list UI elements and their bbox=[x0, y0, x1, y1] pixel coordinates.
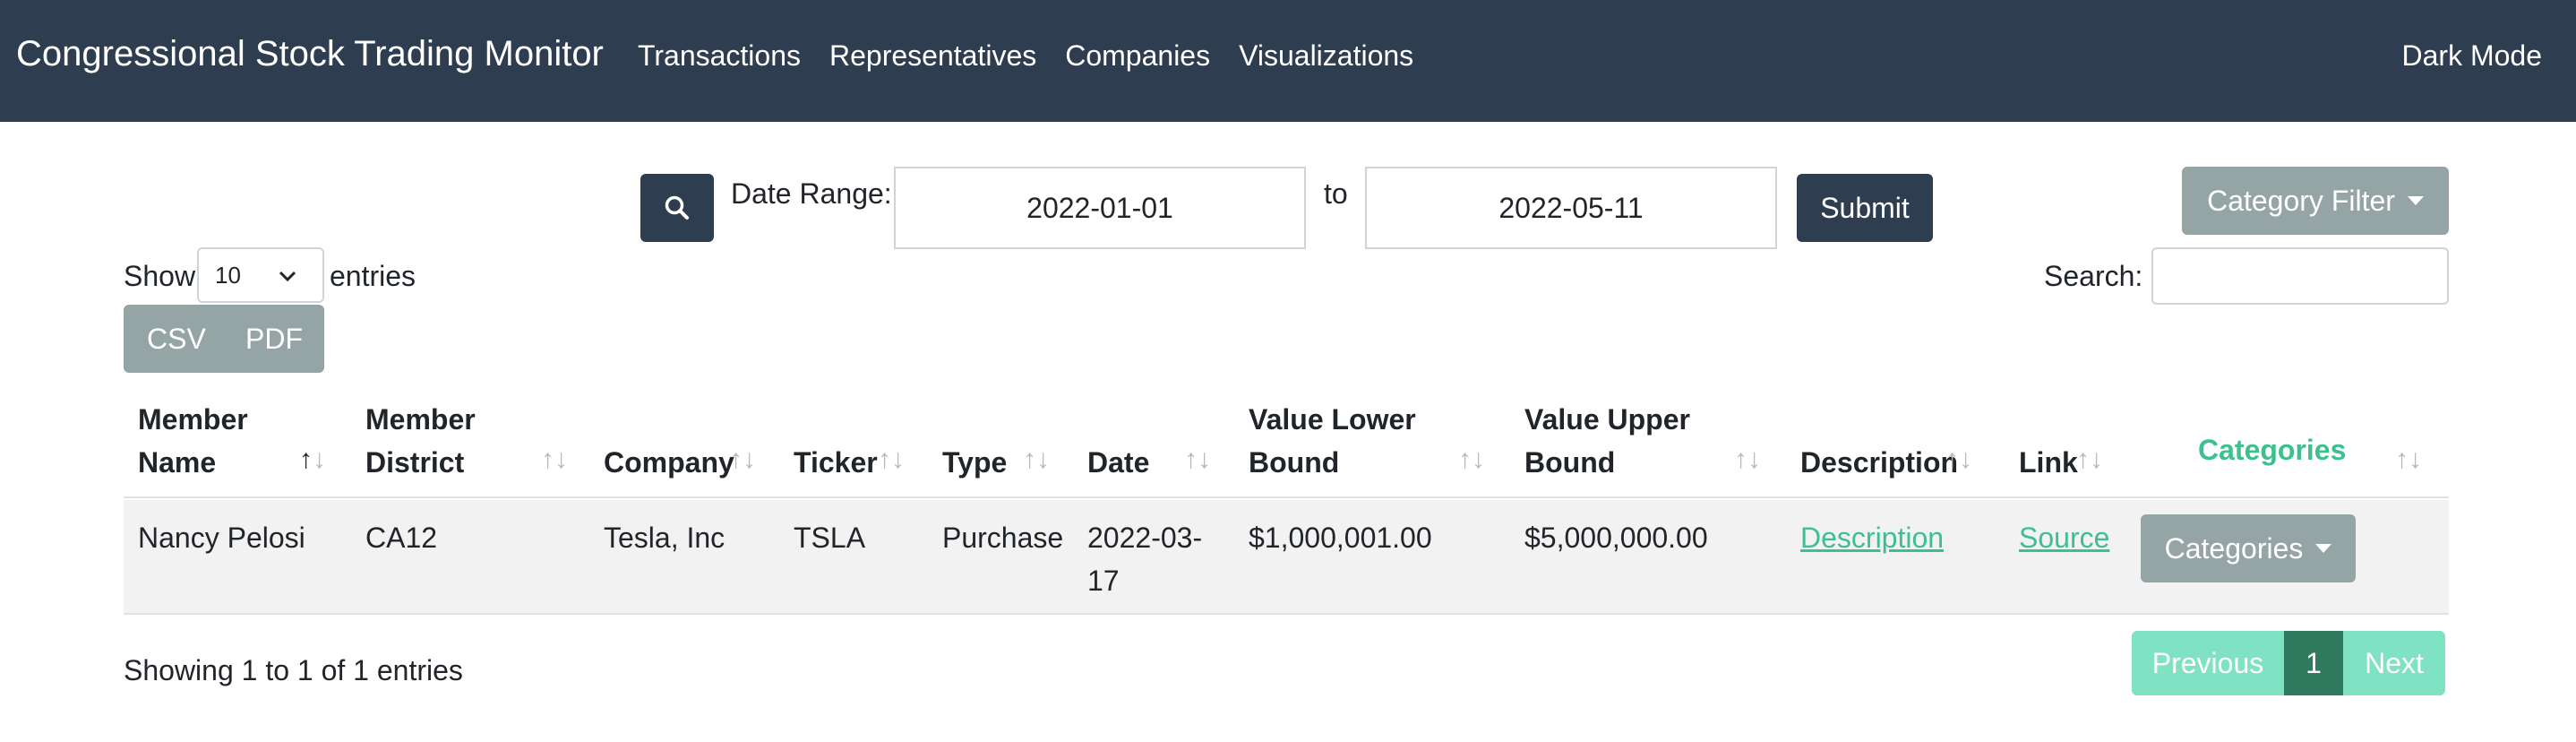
categories-dropdown-button[interactable]: Categories bbox=[2141, 514, 2356, 582]
table-info: Showing 1 to 1 of 1 entries bbox=[124, 654, 463, 686]
categories-button-label: Categories bbox=[2164, 531, 2304, 565]
header-member-name-line2: Name bbox=[138, 446, 217, 479]
header-value-upper[interactable]: Value Upper Bound bbox=[1524, 398, 1690, 484]
source-link[interactable]: Source bbox=[2019, 522, 2109, 554]
cell-company: Tesla, Inc bbox=[604, 522, 726, 554]
date-range-label: Date Range: bbox=[731, 177, 892, 210]
csv-button[interactable]: CSV bbox=[147, 323, 206, 356]
sort-icon[interactable]: ↑↓ bbox=[2395, 444, 2422, 475]
cell-date: 2022-03- 17 bbox=[1087, 516, 1202, 602]
header-member-name-line1: Member bbox=[138, 403, 248, 436]
header-date[interactable]: Date bbox=[1087, 441, 1149, 484]
header-ticker[interactable]: Ticker bbox=[794, 441, 878, 484]
next-page-button[interactable]: Next bbox=[2343, 631, 2445, 695]
page-1-button[interactable]: 1 bbox=[2284, 631, 2343, 695]
cell-value-upper: $5,000,000.00 bbox=[1524, 522, 1708, 554]
header-categories[interactable]: Categories bbox=[2198, 428, 2346, 471]
to-label: to bbox=[1324, 177, 1348, 210]
nav-link-visualizations[interactable]: Visualizations bbox=[1239, 39, 1413, 73]
cell-date-line2: 17 bbox=[1087, 565, 1120, 597]
nav-link-companies[interactable]: Companies bbox=[1065, 39, 1210, 73]
end-date-input[interactable]: 2022-05-11 bbox=[1365, 167, 1777, 249]
search-label: Search: bbox=[2044, 260, 2143, 292]
header-member-district-line2: District bbox=[365, 446, 465, 479]
search-button[interactable] bbox=[640, 174, 714, 242]
header-value-lower-line2: Bound bbox=[1249, 446, 1340, 479]
sort-icon[interactable]: ↑↓ bbox=[2076, 444, 2103, 475]
dark-mode-toggle[interactable]: Dark Mode bbox=[2402, 39, 2543, 73]
cell-value-lower: $1,000,001.00 bbox=[1249, 522, 1432, 554]
entries-per-page-select[interactable]: 10 bbox=[197, 247, 324, 303]
cell-member-district: CA12 bbox=[365, 522, 438, 554]
sort-icon[interactable]: ↑↓ bbox=[1184, 444, 1211, 475]
description-link[interactable]: Description bbox=[1800, 522, 1944, 554]
header-description[interactable]: Description bbox=[1800, 441, 1958, 484]
caret-down-icon bbox=[2315, 544, 2332, 553]
header-value-upper-line1: Value Upper bbox=[1524, 403, 1690, 436]
show-label: Show bbox=[124, 260, 196, 292]
header-member-name[interactable]: Member Name bbox=[138, 398, 248, 484]
header-value-lower-line1: Value Lower bbox=[1249, 403, 1416, 436]
cell-ticker: TSLA bbox=[794, 522, 866, 554]
sort-asc-icon[interactable]: ↑↓ bbox=[299, 444, 326, 475]
header-type[interactable]: Type bbox=[942, 441, 1007, 484]
header-member-district[interactable]: Member District bbox=[365, 398, 476, 484]
pdf-button[interactable]: PDF bbox=[245, 323, 303, 356]
table-header: Member Name ↑↓ Member District ↑↓ Compan… bbox=[124, 389, 2449, 498]
category-filter-dropdown[interactable]: Category Filter bbox=[2182, 167, 2449, 235]
table-row: Nancy Pelosi CA12 Tesla, Inc TSLA Purcha… bbox=[124, 500, 2449, 615]
cell-date-line1: 2022-03- bbox=[1087, 522, 1203, 554]
sort-icon[interactable]: ↑↓ bbox=[541, 444, 568, 475]
header-value-lower[interactable]: Value Lower Bound bbox=[1249, 398, 1416, 484]
export-button-group: CSV PDF bbox=[124, 305, 324, 373]
caret-down-icon bbox=[2407, 196, 2424, 205]
pagination: Previous 1 Next bbox=[2132, 631, 2445, 695]
sort-icon[interactable]: ↑↓ bbox=[1458, 444, 1485, 475]
start-date-input[interactable]: 2022-01-01 bbox=[894, 167, 1306, 249]
header-member-district-line1: Member bbox=[365, 403, 476, 436]
nav-link-representatives[interactable]: Representatives bbox=[829, 39, 1036, 73]
cell-member-name: Nancy Pelosi bbox=[138, 522, 305, 554]
table-search-input[interactable] bbox=[2151, 247, 2449, 305]
sort-icon[interactable]: ↑↓ bbox=[1945, 444, 1972, 475]
sort-icon[interactable]: ↑↓ bbox=[1023, 444, 1050, 475]
sort-icon[interactable]: ↑↓ bbox=[1734, 444, 1761, 475]
cell-type: Purchase bbox=[942, 522, 1064, 554]
submit-button[interactable]: Submit bbox=[1797, 174, 1933, 242]
header-link[interactable]: Link bbox=[2019, 441, 2078, 484]
cell-link: Source bbox=[2019, 516, 2109, 559]
sort-icon[interactable]: ↑↓ bbox=[729, 444, 756, 475]
previous-page-button[interactable]: Previous bbox=[2132, 631, 2284, 695]
category-filter-label: Category Filter bbox=[2207, 184, 2395, 217]
cell-description: Description bbox=[1800, 516, 1944, 559]
entries-value: 10 bbox=[215, 261, 241, 289]
header-value-upper-line2: Bound bbox=[1524, 446, 1616, 479]
nav-link-transactions[interactable]: Transactions bbox=[638, 39, 801, 73]
sort-icon[interactable]: ↑↓ bbox=[878, 444, 905, 475]
header-company[interactable]: Company bbox=[604, 441, 734, 484]
top-navbar: Congressional Stock Trading Monitor Tran… bbox=[0, 0, 2576, 122]
brand-title[interactable]: Congressional Stock Trading Monitor bbox=[16, 34, 604, 74]
entries-label: entries bbox=[330, 260, 416, 292]
chevron-down-icon bbox=[279, 271, 296, 282]
search-icon bbox=[665, 195, 689, 220]
nav-links: Transactions Representatives Companies V… bbox=[638, 39, 1442, 73]
